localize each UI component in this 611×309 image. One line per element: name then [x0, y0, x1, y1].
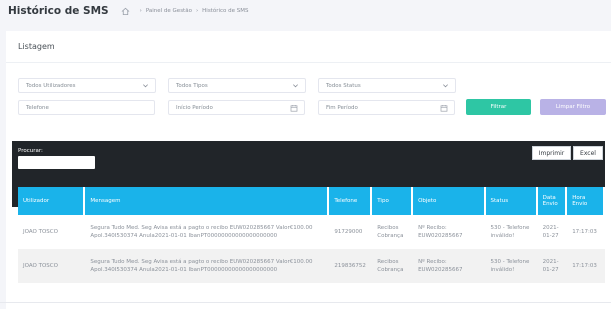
cell-phone: 219836752: [329, 249, 373, 283]
breadcrumb-separator: ›: [195, 8, 199, 14]
cell-message: Segura Tudo Med. Seg Avisa está a pagto …: [85, 215, 330, 249]
start-date-input[interactable]: Início Período: [168, 100, 305, 115]
cell-send-date: 2021-01-27: [537, 215, 568, 249]
cell-user: JOAO TOSCO: [18, 249, 86, 283]
col-header-user[interactable]: Utilizador: [18, 187, 86, 215]
users-select-value: Todos Utilizadores: [26, 82, 76, 89]
home-icon[interactable]: [121, 7, 130, 16]
col-header-status[interactable]: Status: [485, 187, 538, 215]
chevron-down-icon: [143, 84, 148, 88]
bottom-divider: [0, 302, 611, 303]
filter-button[interactable]: Filtrar: [466, 99, 531, 115]
search-input[interactable]: [18, 156, 95, 169]
clear-filter-button[interactable]: Limpar Filtro: [540, 99, 606, 115]
cell-object: Nº Recibo: EUW020285667: [413, 249, 486, 283]
col-header-message[interactable]: Mensagem: [85, 187, 330, 215]
table-header-row: Utilizador Mensagem Telefone Tipo Objeto…: [18, 187, 605, 215]
phone-input[interactable]: Telefone: [18, 100, 155, 115]
excel-button[interactable]: Excel: [573, 146, 603, 160]
cell-object: Nº Recibo: EUW020285667: [413, 215, 486, 249]
breadcrumb: › Painel de Gestão › Histórico de SMS: [121, 7, 249, 16]
phone-input-placeholder: Telefone: [26, 104, 49, 111]
card-header: Listagem: [6, 31, 611, 63]
cell-type: Recibos Cobrança: [372, 215, 414, 249]
users-select[interactable]: Todos Utilizadores: [18, 78, 156, 93]
calendar-icon[interactable]: [440, 104, 448, 112]
cell-type: Recibos Cobrança: [372, 249, 414, 283]
cell-send-time: 17:17:03: [567, 215, 605, 249]
sms-table: Utilizador Mensagem Telefone Tipo Objeto…: [18, 187, 605, 283]
types-select-value: Todos Tipos: [176, 82, 208, 89]
start-date-placeholder: Início Período: [176, 104, 213, 111]
types-select[interactable]: Todos Tipos: [168, 78, 306, 93]
col-header-type[interactable]: Tipo: [372, 187, 414, 215]
print-button[interactable]: Imprimir: [532, 146, 571, 160]
col-header-phone[interactable]: Telefone: [329, 187, 373, 215]
status-select-value: Todos Status: [326, 82, 361, 89]
cell-status: 530 - Telefone inválido!: [485, 249, 538, 283]
cell-phone: 91729000: [329, 215, 373, 249]
cell-status: 530 - Telefone inválido!: [485, 215, 538, 249]
col-header-send-date[interactable]: Data Envio: [537, 187, 568, 215]
cell-send-time: 17:17:03: [567, 249, 605, 283]
end-date-input[interactable]: Fim Período: [318, 100, 455, 115]
card-title: Listagem: [18, 42, 55, 51]
col-header-send-time[interactable]: Hora Envio: [567, 187, 605, 215]
cell-send-date: 2021-01-27: [537, 249, 568, 283]
cell-user: JOAO TOSCO: [18, 215, 86, 249]
status-select[interactable]: Todos Status: [318, 78, 456, 93]
chevron-down-icon: [293, 84, 298, 88]
col-header-object[interactable]: Objeto: [413, 187, 486, 215]
end-date-placeholder: Fim Período: [326, 104, 358, 111]
breadcrumb-item-dashboard[interactable]: Painel de Gestão: [146, 8, 192, 14]
topbar: Histórico de SMS › Painel de Gestão › Hi…: [0, 0, 611, 22]
chevron-down-icon: [443, 84, 448, 88]
search-label: Procurar:: [18, 148, 43, 154]
table-row: JOAO TOSCO Segura Tudo Med. Seg Avisa es…: [18, 215, 605, 249]
calendar-icon[interactable]: [290, 104, 298, 112]
cell-message: Segura Tudo Med. Seg Avisa está a pagto …: [85, 249, 330, 283]
breadcrumb-separator: ›: [139, 8, 142, 14]
breadcrumb-item-current: Histórico de SMS: [202, 8, 249, 14]
page-title: Histórico de SMS: [8, 5, 109, 17]
table-row: JOAO TOSCO Segura Tudo Med. Seg Avisa es…: [18, 249, 605, 283]
